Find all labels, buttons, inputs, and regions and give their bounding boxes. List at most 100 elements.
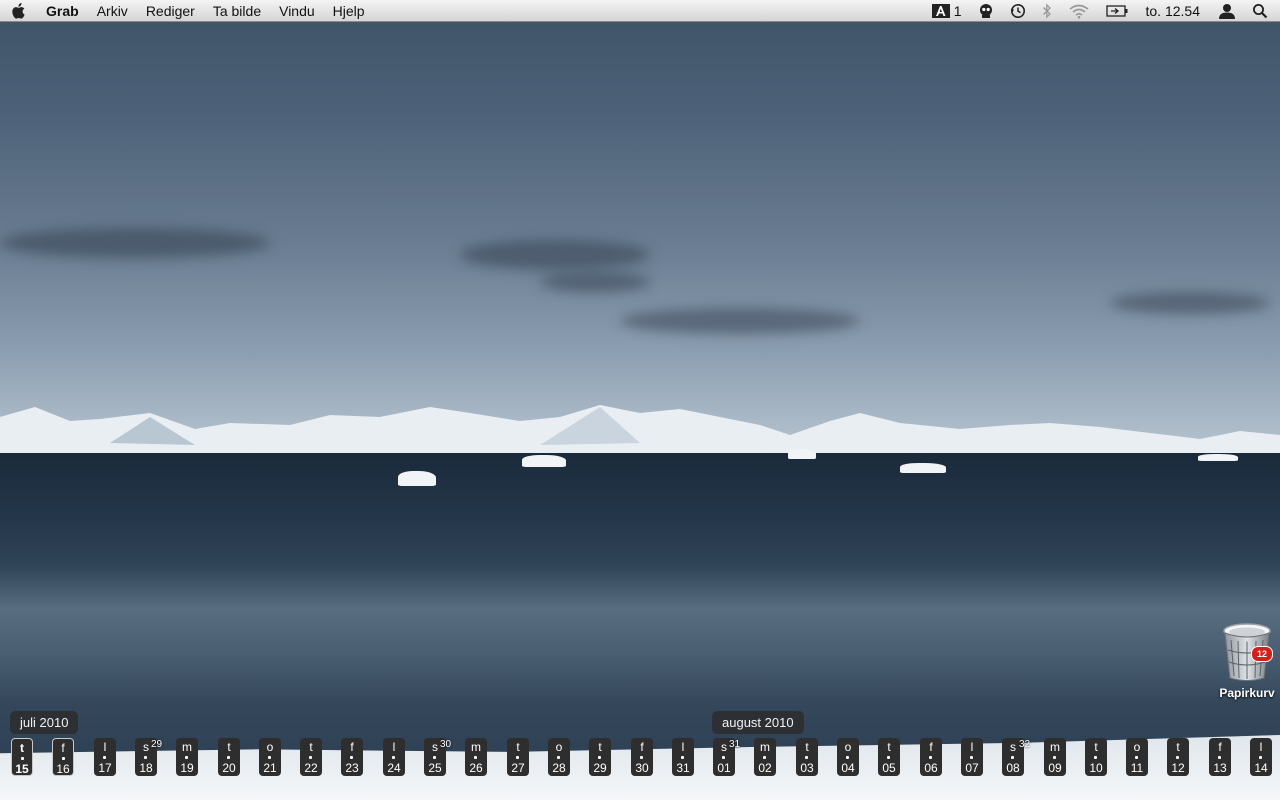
wifi-icon <box>1068 4 1089 18</box>
calendar-day-marker <box>929 756 932 759</box>
battery-icon <box>1105 4 1127 17</box>
calendar-day-marker <box>1176 756 1179 759</box>
user-menu[interactable] <box>1210 0 1244 22</box>
calendar-day[interactable]: m 26 <box>465 738 487 776</box>
calendar-day-letter: t <box>805 740 809 754</box>
time-machine-icon <box>1010 3 1025 18</box>
calendar-day[interactable]: f 06 <box>920 738 942 776</box>
calendar-day-marker <box>350 756 353 759</box>
calendar-day-number: 01 <box>717 761 731 775</box>
wallpaper-cloud <box>620 308 860 334</box>
menubar-clock[interactable]: to. 12.54 <box>1136 3 1211 19</box>
apple-menu[interactable] <box>0 2 38 20</box>
calendar-day[interactable]: l 17 <box>94 738 116 776</box>
calendar-day[interactable]: t 15 <box>11 738 33 776</box>
menu-rediger[interactable]: Rediger <box>137 0 204 22</box>
calendar-day-number: 04 <box>841 761 855 775</box>
time-machine-status[interactable] <box>1002 0 1034 22</box>
calendar-day[interactable]: t 22 <box>300 738 322 776</box>
menu-hjelp[interactable]: Hjelp <box>324 0 374 22</box>
calendar-day-marker <box>846 756 849 759</box>
calendar-day[interactable]: t 03 <box>796 738 818 776</box>
calendar-day[interactable]: o 04 <box>837 738 859 776</box>
week-number: 30 <box>440 739 452 750</box>
calendar-day-marker <box>1259 756 1262 759</box>
spotlight-button[interactable] <box>1244 0 1280 22</box>
calendar-day[interactable]: t 05 <box>878 738 900 776</box>
calendar-day[interactable]: l 31 <box>672 738 694 776</box>
calendar-day-letter: f <box>640 740 644 754</box>
wallpaper-iceberg <box>1198 454 1238 461</box>
week-number: 31 <box>729 739 741 750</box>
calendar-day-letter: o <box>1133 740 1141 754</box>
calendar-day[interactable]: f 23 <box>341 738 363 776</box>
calendar-day[interactable]: m 02 <box>754 738 776 776</box>
month-label-august[interactable]: august 2010 <box>712 711 804 734</box>
wallpaper-cloud <box>1110 292 1270 314</box>
calendar-day-marker <box>598 756 601 759</box>
month-label-july[interactable]: juli 2010 <box>10 711 79 734</box>
calendar-day-number: 15 <box>15 762 29 776</box>
calendar-day-marker <box>516 756 519 759</box>
calendar-day-number: 19 <box>180 761 194 775</box>
calendar-day[interactable]: m 09 <box>1044 738 1066 776</box>
calendar-day-marker <box>268 756 271 759</box>
wallpaper-sky <box>0 0 1280 455</box>
adobe-icon <box>931 3 950 18</box>
calendar-day-marker <box>1135 756 1138 759</box>
calendar-day[interactable]: m 19 <box>176 738 198 776</box>
calendar-day[interactable]: t 12 <box>1167 738 1189 776</box>
calendar-day[interactable]: t 29 <box>589 738 611 776</box>
calendar-day-number: 05 <box>882 761 896 775</box>
calendar-day[interactable]: t 20 <box>218 738 240 776</box>
calendar-day-marker <box>1094 756 1097 759</box>
calendar-day[interactable]: t 27 <box>507 738 529 776</box>
bluetooth-status[interactable] <box>1034 0 1060 22</box>
wifi-status[interactable] <box>1060 0 1098 22</box>
calendar-day-number: 27 <box>511 761 525 775</box>
calendar-day[interactable]: f 30 <box>631 738 653 776</box>
calendar-day-letter: o <box>266 740 274 754</box>
calendar-day-letter: l <box>103 740 107 754</box>
calendar-day-number: 14 <box>1254 761 1268 775</box>
calendar-day-marker <box>557 756 560 759</box>
calendar-day-number: 08 <box>1006 761 1020 775</box>
adobe-updater-status[interactable]: 1 <box>924 0 970 22</box>
menu-ta-bilde[interactable]: Ta bilde <box>204 0 270 22</box>
battery-status[interactable] <box>1098 0 1136 22</box>
calendar-day-number: 10 <box>1089 761 1103 775</box>
adobe-count: 1 <box>953 2 962 19</box>
calendar-day[interactable]: t 10 <box>1085 738 1107 776</box>
calendar-day-letter: t <box>516 740 520 754</box>
apple-icon <box>12 2 25 19</box>
calendar-day-letter: l <box>1259 740 1263 754</box>
calendar-day-letter: m <box>182 740 192 754</box>
calendar-day[interactable]: l 24 <box>383 738 405 776</box>
wallpaper-cloud <box>540 272 650 292</box>
calendar-day[interactable]: o 28 <box>548 738 570 776</box>
trash-badge: 12 <box>1251 646 1273 662</box>
calendar-day-marker <box>887 756 890 759</box>
wallpaper-iceberg <box>900 463 946 473</box>
app-menu-grab[interactable]: Grab <box>38 0 88 22</box>
calendar-day-number: 02 <box>758 761 772 775</box>
calendar-day-marker <box>144 756 147 759</box>
calendar-day[interactable]: f 13 <box>1209 738 1231 776</box>
calendar-day-number: 13 <box>1213 761 1227 775</box>
menu-arkiv[interactable]: Arkiv <box>88 0 137 22</box>
calendar-day-marker <box>970 756 973 759</box>
calendar-day-letter: m <box>760 740 770 754</box>
calendar-day-letter: o <box>555 740 563 754</box>
calendar-day[interactable]: l 14 <box>1250 738 1272 776</box>
calendar-day-number: 17 <box>98 761 112 775</box>
calendar-day[interactable]: l 07 <box>961 738 983 776</box>
calendar-day-letter: m <box>1050 740 1060 754</box>
menu-vindu[interactable]: Vindu <box>270 0 324 22</box>
trash[interactable]: 12 Papirkurv <box>1216 622 1278 700</box>
desktop-wallpaper <box>0 0 1280 800</box>
calendar-day-number: 30 <box>635 761 649 775</box>
calendar-day[interactable]: o 21 <box>259 738 281 776</box>
monitor-status[interactable] <box>970 0 1002 22</box>
calendar-day[interactable]: o 11 <box>1126 738 1148 776</box>
calendar-day[interactable]: f 16 <box>52 738 74 776</box>
